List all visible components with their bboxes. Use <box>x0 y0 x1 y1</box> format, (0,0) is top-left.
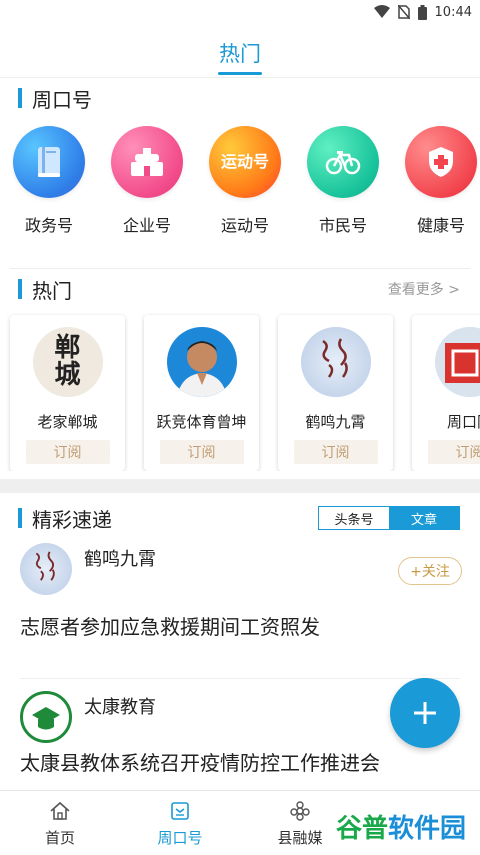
section-accent-bar <box>18 88 22 108</box>
app-screen: 10:44 热门 周口号 政务号 企业号 运动号 运动号 市民号 健康号 热门 … <box>0 0 480 855</box>
hot-card[interactable]: 鹤鸣九霄 订阅 <box>278 315 393 471</box>
hot-card[interactable]: 跃竞体育曾坤 订阅 <box>144 315 259 471</box>
avatar-calligraphy: 郸城 <box>54 332 81 390</box>
post-author: 鹤鸣九霄 <box>84 549 156 570</box>
section-gap <box>0 479 480 493</box>
nav-label: 首页 <box>44 829 75 847</box>
category-enterprise[interactable]: 企业号 <box>108 126 186 268</box>
category-sports[interactable]: 运动号 运动号 <box>206 126 284 268</box>
status-bar: 10:44 <box>0 0 480 24</box>
avatar <box>434 327 480 397</box>
category-label: 健康号 <box>416 216 465 235</box>
section-header-hot: 热门 查看更多 > <box>0 269 480 309</box>
section-header-weekly: 周口号 <box>0 78 480 118</box>
section-accent-bar <box>18 279 22 299</box>
subscribe-button[interactable]: 订阅 <box>293 440 378 464</box>
nav-label: 周口号 <box>157 829 203 847</box>
avatar <box>20 691 72 743</box>
flower-icon <box>290 801 310 821</box>
tab-indicator <box>218 72 262 75</box>
follow-button[interactable]: +关注 <box>398 557 462 585</box>
avatar <box>300 327 371 397</box>
divider <box>20 678 460 679</box>
category-row: 政务号 企业号 运动号 运动号 市民号 健康号 <box>0 118 480 268</box>
category-government[interactable]: 政务号 <box>10 126 88 268</box>
battery-icon <box>417 4 427 20</box>
card-name: 周口同 <box>446 413 480 431</box>
news-icon <box>171 802 189 820</box>
sport-logo-text: 运动号 <box>220 152 269 171</box>
see-more-link[interactable]: 查看更多 > <box>388 279 460 299</box>
watermark-text-a: 谷普 <box>335 813 388 844</box>
building-icon <box>111 126 183 198</box>
section-header-feed: 精彩速递 头条号 文章 <box>0 493 480 543</box>
tab-hot[interactable]: 热门 <box>219 34 261 68</box>
subscribe-button[interactable]: 订阅 <box>159 440 244 464</box>
section-title-weekly: 周口号 <box>32 87 92 112</box>
post-author: 太康教育 <box>84 697 156 718</box>
nav-label: 县融媒 <box>277 829 323 847</box>
category-citizen[interactable]: 市民号 <box>304 126 382 268</box>
nav-home[interactable]: 首页 <box>0 791 120 855</box>
avatar <box>20 543 72 595</box>
watermark-text-b: 软件园 <box>388 813 467 844</box>
hot-card[interactable]: 郸城 老家郸城 订阅 <box>10 315 125 471</box>
nav-weekly[interactable]: 周口号 <box>120 791 240 855</box>
segment-article[interactable]: 文章 <box>389 507 459 529</box>
subscribe-button[interactable]: 订阅 <box>427 440 480 464</box>
feed-segment-control: 头条号 文章 <box>318 506 460 530</box>
home-icon <box>50 801 70 820</box>
feed-post[interactable]: 鹤鸣九霄 +关注 志愿者参加应急救援期间工资照发 <box>0 543 480 640</box>
wifi-icon <box>373 5 390 19</box>
category-label: 运动号 <box>220 216 269 235</box>
plus-icon <box>414 702 436 724</box>
feed-title-wrap: 精彩速递 <box>18 504 112 533</box>
section-accent-bar <box>18 508 22 528</box>
post-title[interactable]: 志愿者参加应急救援期间工资照发 <box>20 611 460 640</box>
category-health[interactable]: 健康号 <box>402 126 480 268</box>
post-title[interactable]: 太康县教体系统召开疫情防控工作推进会 <box>20 747 460 776</box>
card-name: 跃竞体育曾坤 <box>156 413 247 431</box>
segment-headline[interactable]: 头条号 <box>319 507 389 529</box>
shield-cross-icon <box>405 126 477 198</box>
sport-logo-icon: 运动号 <box>209 126 281 198</box>
avatar <box>166 327 237 397</box>
section-title-hot: 热门 <box>32 278 72 303</box>
bicycle-icon <box>307 126 379 198</box>
post-header: 鹤鸣九霄 <box>20 543 460 595</box>
category-label: 市民号 <box>318 216 367 235</box>
hot-card-row: 郸城 老家郸城 订阅 跃竞体育曾坤 订阅 鹤鸣九霄 订阅 周口同 订阅 <box>0 309 480 471</box>
no-sim-icon <box>397 5 410 19</box>
card-name: 老家郸城 <box>37 413 98 431</box>
watermark-logo: 谷普 软件园 <box>330 806 472 846</box>
status-time: 10:44 <box>434 4 472 20</box>
top-tab-bar: 热门 <box>0 24 480 78</box>
category-label: 企业号 <box>122 216 171 235</box>
category-label: 政务号 <box>24 216 73 235</box>
avatar: 郸城 <box>32 327 103 397</box>
section-title-feed: 精彩速递 <box>32 507 112 532</box>
hot-card[interactable]: 周口同 订阅 <box>412 315 480 471</box>
card-name: 鹤鸣九霄 <box>305 413 366 431</box>
book-icon <box>13 126 85 198</box>
add-button[interactable] <box>390 678 460 748</box>
subscribe-button[interactable]: 订阅 <box>25 440 110 464</box>
